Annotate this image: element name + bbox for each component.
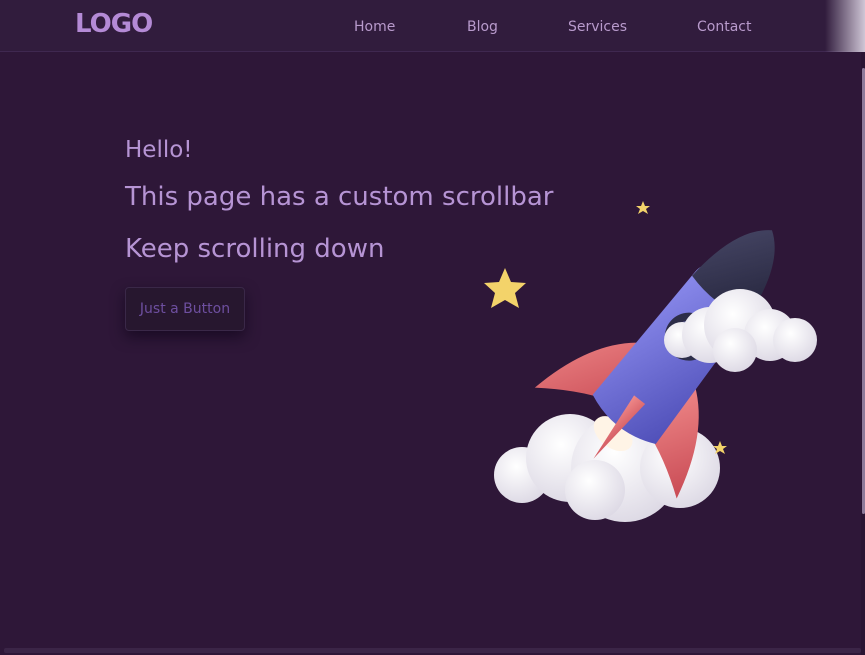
page: LOGO Home Blog Services Contact Hello! T… [0, 0, 865, 655]
headline-keep-scrolling: Keep scrolling down [125, 234, 385, 264]
nav-link-blog[interactable]: Blog [467, 19, 498, 35]
nav-link-services[interactable]: Services [568, 19, 627, 35]
greeting-text: Hello! [125, 137, 193, 163]
rocket-icon [484, 201, 817, 522]
logo[interactable]: LOGO [75, 9, 153, 39]
top-navbar: LOGO Home Blog Services Contact [0, 0, 865, 52]
just-a-button[interactable]: Just a Button [125, 287, 245, 331]
horizontal-scrollbar[interactable] [4, 648, 861, 653]
nav-link-contact[interactable]: Contact [697, 19, 751, 35]
nav-link-home[interactable]: Home [354, 19, 395, 35]
